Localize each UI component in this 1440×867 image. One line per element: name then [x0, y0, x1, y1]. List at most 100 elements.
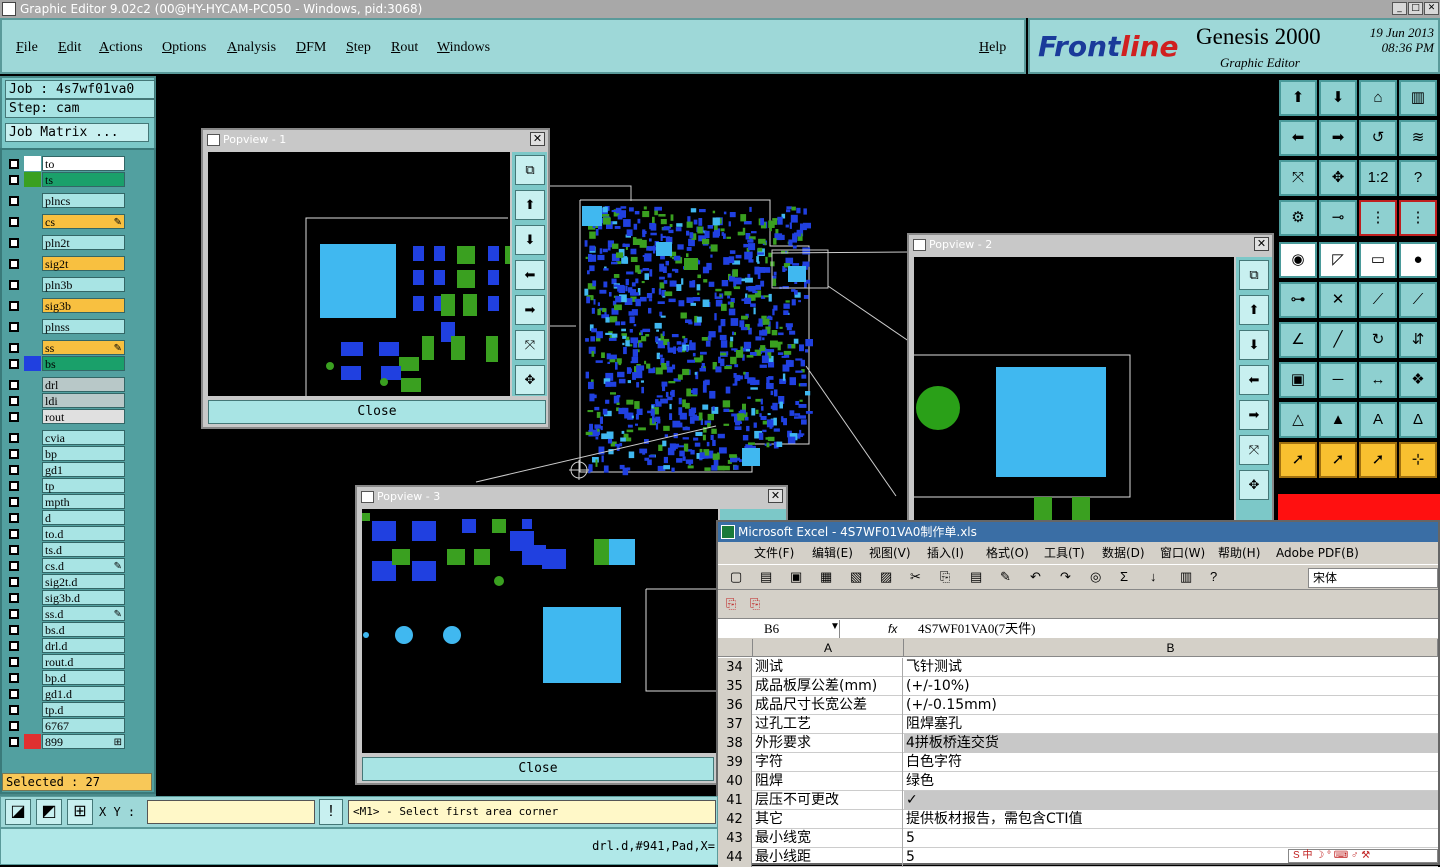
layer-row-ss[interactable]: ss ✎	[6, 340, 126, 355]
cell-a[interactable]: 层压不可更改	[753, 791, 903, 810]
table-row[interactable]: 42 其它 提供板材报告，需包含CTI值	[718, 810, 1438, 829]
layer-checkbox[interactable]	[9, 196, 19, 206]
layer-checkbox[interactable]	[9, 259, 19, 269]
excel-window[interactable]: Microsoft Excel - 4S7WF01VA0制作单.xls 文件(F…	[716, 520, 1440, 867]
layer-checkbox[interactable]	[9, 657, 19, 667]
home-icon[interactable]: ⌂	[1359, 80, 1397, 116]
row-header[interactable]: 36	[718, 696, 752, 715]
layer-checkbox[interactable]	[9, 705, 19, 715]
cell-b[interactable]: 阻焊塞孔	[904, 715, 1438, 734]
layer-name[interactable]: tp.d	[42, 702, 125, 717]
layer-color-swatch[interactable]	[24, 686, 41, 701]
select-corner-icon[interactable]: ◸	[1319, 242, 1357, 278]
popview-1-close-icon[interactable]: ✕	[530, 132, 545, 146]
table-row[interactable]: 39 字符 白色字符	[718, 753, 1438, 772]
layer-color-swatch[interactable]	[24, 590, 41, 605]
layer-checkbox[interactable]	[9, 465, 19, 475]
angle-icon[interactable]: ∠	[1279, 322, 1317, 358]
table-row[interactable]: 36 成品尺寸长宽公差 (+/-0.15mm)	[718, 696, 1438, 715]
pan-right-icon[interactable]: ➡	[1319, 120, 1357, 156]
table-row[interactable]: 35 成品板厚公差(mm) (+/-10%)	[718, 677, 1438, 696]
zoom-fit-icon[interactable]: ⤧	[1279, 160, 1317, 196]
layer-row-cs-d[interactable]: cs.d ✎	[6, 558, 126, 573]
layer-row-ts[interactable]: ts	[6, 172, 126, 187]
popview-tool-4-icon[interactable]: ➡	[515, 295, 545, 325]
layer-color-swatch[interactable]	[24, 377, 41, 392]
layer-name[interactable]: sig3b	[42, 298, 125, 313]
layer-row-rout[interactable]: rout	[6, 409, 126, 424]
layer-checkbox[interactable]	[9, 433, 19, 443]
layer-color-swatch[interactable]	[24, 638, 41, 653]
mirror-icon[interactable]: ≋	[1399, 120, 1437, 156]
help-icon[interactable]: ?	[1399, 160, 1437, 196]
popview-tool-2-icon[interactable]: ⬇	[515, 225, 545, 255]
popview-1-canvas[interactable]	[208, 152, 510, 396]
layer-name[interactable]: ldi	[42, 393, 125, 408]
excel-toolbar-icon[interactable]: ▤	[970, 569, 982, 585]
layer-color-swatch[interactable]	[24, 718, 41, 733]
maximize-button[interactable]: □	[1408, 2, 1423, 15]
layer-checkbox[interactable]	[9, 609, 19, 619]
excel-menu-item[interactable]: Adobe PDF(B)	[1276, 542, 1359, 564]
layer-name[interactable]: cs ✎	[42, 214, 125, 229]
layer-checkbox[interactable]	[9, 449, 19, 459]
table-row[interactable]: 34 测试 飞针测试	[718, 658, 1438, 677]
layer-color-swatch[interactable]	[24, 214, 41, 229]
layer-color-swatch[interactable]	[24, 256, 41, 271]
layer-name[interactable]: 6767	[42, 718, 125, 733]
excel-menu-item[interactable]: 窗口(W)	[1160, 542, 1205, 564]
layer-name[interactable]: rout.d	[42, 654, 125, 669]
hold-up-icon[interactable]: ⬆	[1279, 80, 1317, 116]
flip-icon[interactable]: ⇵	[1399, 322, 1437, 358]
layer-name[interactable]: ts	[42, 172, 125, 187]
connect-icon[interactable]: ⊸	[1319, 200, 1357, 236]
layer-checkbox[interactable]	[9, 721, 19, 731]
layer-name[interactable]: rout	[42, 409, 125, 424]
menu-step[interactable]: Step	[346, 40, 371, 56]
excel-menu-item[interactable]: 格式(O)	[986, 542, 1029, 564]
layer-row-mpth[interactable]: mpth	[6, 494, 126, 509]
select-all-corner[interactable]	[718, 639, 753, 657]
layer-color-swatch[interactable]	[24, 670, 41, 685]
layer-color-swatch[interactable]	[24, 298, 41, 313]
arc-icon[interactable]: ↻	[1359, 322, 1397, 358]
layer-checkbox[interactable]	[9, 641, 19, 651]
excel-toolbar-icon[interactable]: ↓	[1150, 569, 1157, 584]
layer-name[interactable]: to.d	[42, 526, 125, 541]
close-window-button[interactable]: ✕	[1424, 2, 1439, 15]
snap-b-icon[interactable]: ⋮	[1399, 200, 1437, 236]
table-row[interactable]: 37 过孔工艺 阻焊塞孔	[718, 715, 1438, 734]
excel-menu-item[interactable]: 文件(F)	[754, 542, 794, 564]
layer-color-swatch[interactable]	[24, 606, 41, 621]
xy-input[interactable]	[147, 800, 315, 824]
layer-color-swatch[interactable]	[24, 393, 41, 408]
pan-left-icon[interactable]: ⬅	[1279, 120, 1317, 156]
layer-name[interactable]: drl	[42, 377, 125, 392]
popview-tool-6-icon[interactable]: ✥	[1239, 470, 1269, 500]
layer-checkbox[interactable]	[9, 545, 19, 555]
layer-checkbox[interactable]	[9, 593, 19, 603]
layer-color-swatch[interactable]	[24, 193, 41, 208]
layer-name[interactable]: plncs	[42, 193, 125, 208]
column-header-a[interactable]: A	[753, 639, 904, 657]
popview-tool-6-icon[interactable]: ✥	[515, 365, 545, 395]
layer-checkbox[interactable]	[9, 159, 19, 169]
layer-row-d[interactable]: d	[6, 510, 126, 525]
line-a-icon[interactable]: ⟋	[1359, 282, 1397, 318]
row-header[interactable]: 42	[718, 810, 752, 829]
menu-options[interactable]: Options	[162, 40, 206, 56]
layer-row-pln3b[interactable]: pln3b	[6, 277, 126, 292]
popview-tool-5-icon[interactable]: ⤧	[1239, 435, 1269, 465]
layer-name[interactable]: pln3b	[42, 277, 125, 292]
layer-name[interactable]: bs	[42, 356, 125, 371]
popview-tool-5-icon[interactable]: ⤧	[515, 330, 545, 360]
pointer-a-icon[interactable]: ➚	[1279, 442, 1317, 478]
font-selector[interactable]: 宋体	[1308, 568, 1438, 588]
cross-icon[interactable]: ✕	[1319, 282, 1357, 318]
pointer-b-icon[interactable]: ➚	[1319, 442, 1357, 478]
layer-row-6767[interactable]: 6767	[6, 718, 126, 733]
layer-color-swatch[interactable]	[24, 654, 41, 669]
table-row[interactable]: 41 层压不可更改 ✓	[718, 791, 1438, 810]
scale-icon[interactable]: 1:2	[1359, 160, 1397, 196]
grid-icon[interactable]: ⊞	[67, 799, 93, 825]
